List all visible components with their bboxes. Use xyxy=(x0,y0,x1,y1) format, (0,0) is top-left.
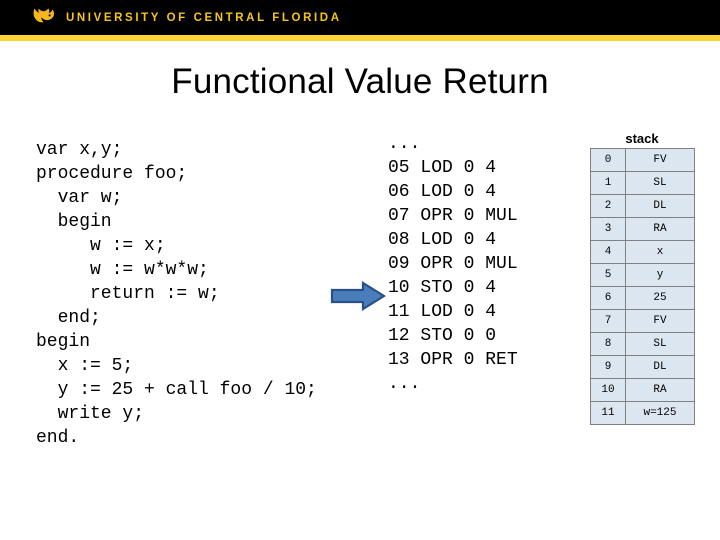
stack-row: 4x xyxy=(590,240,695,264)
stack-row-value: w=125 xyxy=(625,401,695,425)
stack-row: 7 FV xyxy=(590,309,695,333)
stack-row-value: SL xyxy=(625,332,695,356)
stack-row: 1 SL xyxy=(590,171,695,195)
stack-row-value: FV xyxy=(625,309,695,333)
source-code-listing: var x,y; procedure foo; var w; begin w :… xyxy=(36,140,317,448)
brand-header: UNIVERSITY OF CENTRAL FLORIDA xyxy=(0,0,720,35)
stack-row-value: RA xyxy=(625,217,695,241)
stack-table-body: 0 FV 1 SL 2 DL 3 RA 4 x 5 y 6 25 7 FV 8 SL 9 DL 10 RA 11 w=125 xyxy=(590,148,695,425)
stack-row-index: 6 xyxy=(590,286,626,310)
arrow-right-icon xyxy=(330,281,386,311)
stack-row: 9 DL xyxy=(590,355,695,379)
stack-row: 3 RA xyxy=(590,217,695,241)
stack-row: 11 w=125 xyxy=(590,401,695,425)
stack-row-value: DL xyxy=(625,194,695,218)
stack-row: 8 SL xyxy=(590,332,695,356)
pmachine-code-listing: ... 05 LOD 0 4 06 LOD 0 4 07 OPR 0 MUL 0… xyxy=(388,134,518,394)
stack-row-index: 1 xyxy=(590,171,626,195)
stack-row-value: SL xyxy=(625,171,695,195)
stack-row-index: 2 xyxy=(590,194,626,218)
stack-row-index: 4 xyxy=(590,240,626,264)
stack-row: 5y xyxy=(590,263,695,287)
stack-row: 2 DL xyxy=(590,194,695,218)
header-accent-rule xyxy=(0,35,720,41)
stack-caption: stack xyxy=(625,131,659,146)
page-title: Functional Value Return xyxy=(171,62,549,101)
stack-row-index: 9 xyxy=(590,355,626,379)
stack-row-value: FV xyxy=(625,148,695,172)
pegasus-logo-icon xyxy=(33,7,55,22)
stack-row-index: 11 xyxy=(590,401,626,425)
stack-row: 6 25 xyxy=(590,286,695,310)
stack-row-index: 8 xyxy=(590,332,626,356)
brand-wordmark: UNIVERSITY OF CENTRAL FLORIDA xyxy=(66,11,342,24)
stack-row-index: 3 xyxy=(590,217,626,241)
stack-table: 0 FV 1 SL 2 DL 3 RA 4 x 5 y 6 25 7 FV 8 SL 9 DL 10 RA 11 w=125 xyxy=(590,148,695,425)
stack-row-index: 0 xyxy=(590,148,626,172)
stack-row-index: 5 xyxy=(590,263,626,287)
stack-row-value: DL xyxy=(625,355,695,379)
stack-row: 0 FV xyxy=(590,148,695,172)
stack-row-index: 7 xyxy=(590,309,626,333)
stack-row-value: y xyxy=(625,263,695,287)
stack-row-value: 25 xyxy=(625,286,695,310)
stack-row-value: RA xyxy=(625,378,695,402)
stack-row-index: 10 xyxy=(590,378,626,402)
stack-row-value: x xyxy=(625,240,695,264)
stack-row: 10 RA xyxy=(590,378,695,402)
